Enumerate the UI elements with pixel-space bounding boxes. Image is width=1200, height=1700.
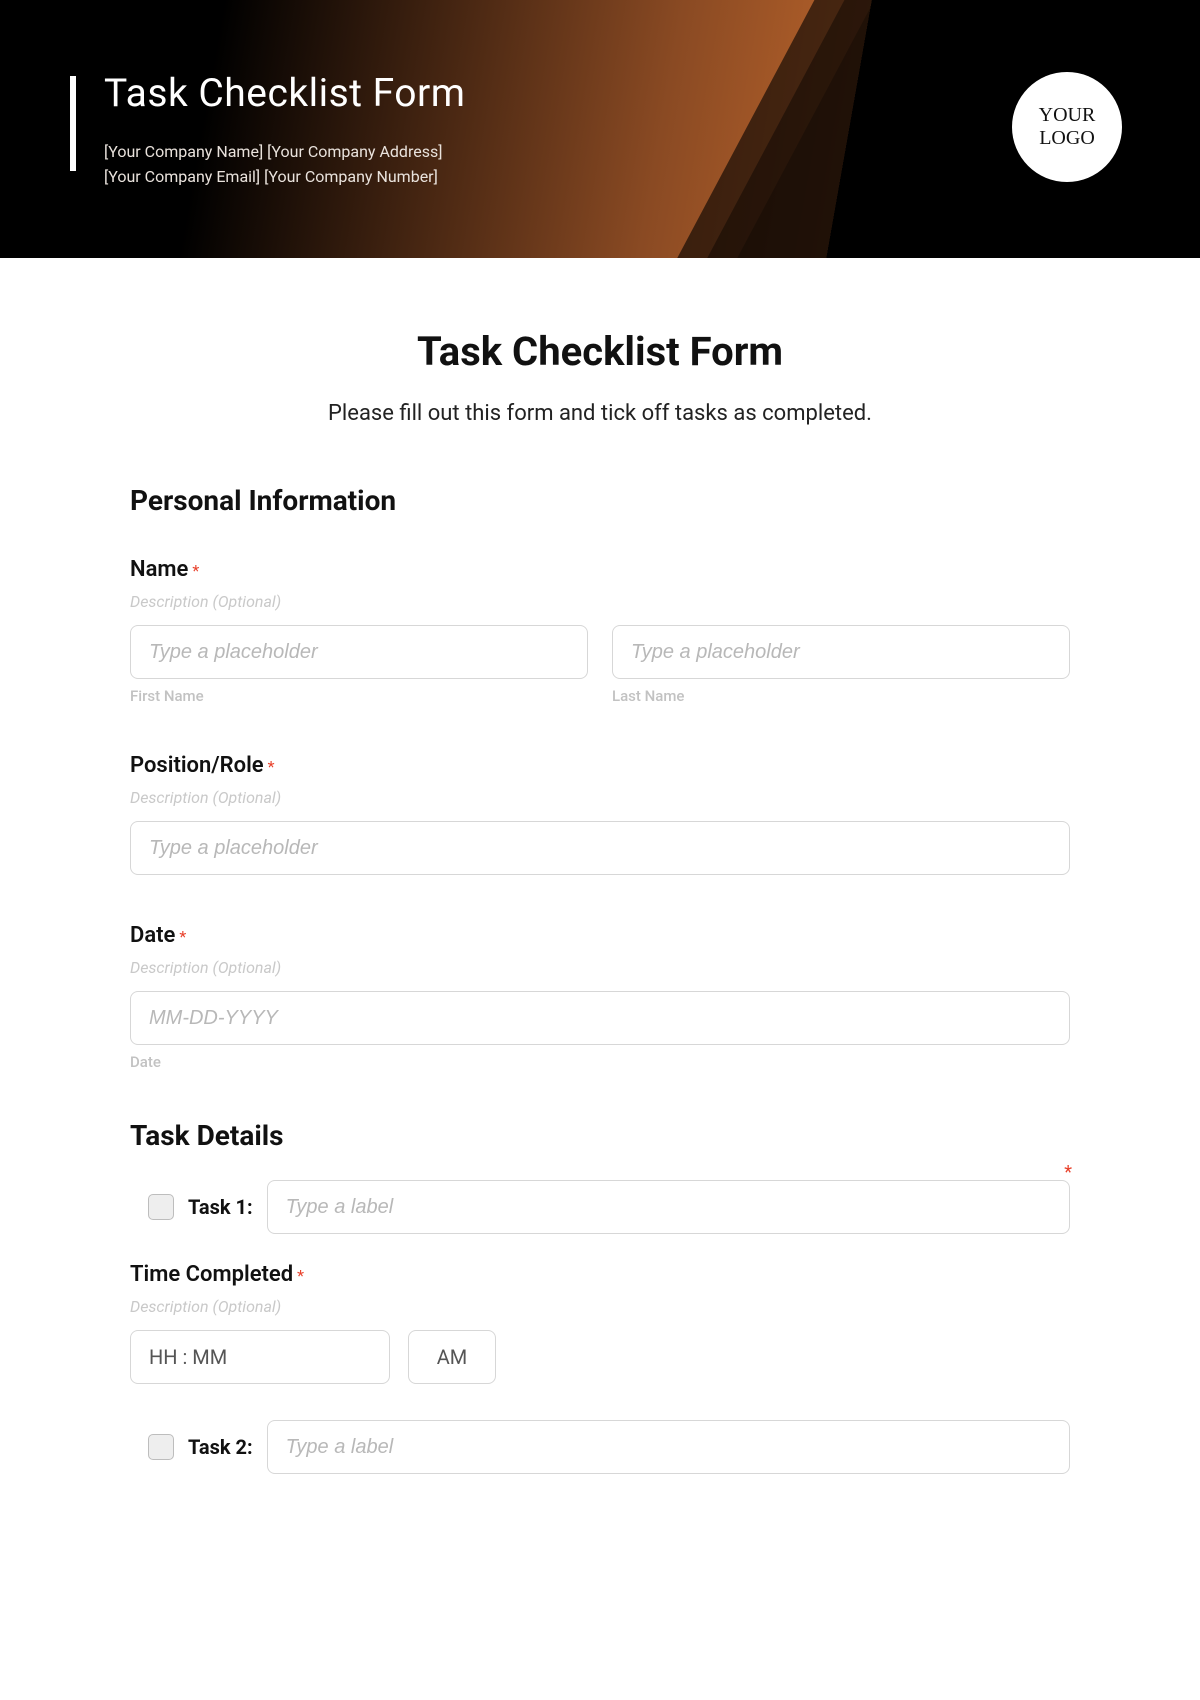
last-name-input[interactable] (612, 625, 1070, 679)
field-date: Date* Description (Optional) Date (130, 923, 1070, 1071)
required-mark: * (1064, 1162, 1072, 1183)
field-position: Position/Role* Description (Optional) (130, 753, 1070, 875)
field-name: Name* Description (Optional) First Name … (130, 557, 1070, 705)
accent-bar (70, 76, 76, 171)
task-1-prefix: Task 1: (188, 1195, 253, 1219)
required-mark: * (297, 1266, 304, 1285)
task-2-label-input[interactable] (267, 1420, 1070, 1474)
position-input[interactable] (130, 821, 1070, 875)
position-desc: Description (Optional) (130, 788, 1070, 807)
banner-company-line1: [Your Company Name] [Your Company Addres… (104, 140, 465, 165)
section-personal-info: Personal Information (130, 484, 1070, 517)
last-name-sublabel: Last Name (612, 687, 1070, 705)
name-label: Name (130, 557, 188, 582)
task-1-label-input[interactable] (267, 1180, 1070, 1234)
time-input[interactable]: HH : MM (130, 1330, 390, 1384)
time-ampm-select[interactable]: AM (408, 1330, 496, 1384)
task-row-1: Task 1: * (148, 1180, 1070, 1234)
field-time-completed: Time Completed* Description (Optional) H… (130, 1262, 1070, 1384)
banner-title: Task Checklist Form (104, 70, 465, 116)
task-2-checkbox[interactable] (148, 1434, 174, 1460)
task-2-prefix: Task 2: (188, 1435, 253, 1459)
task-row-2: Task 2: (148, 1420, 1070, 1474)
date-label: Date (130, 923, 175, 948)
section-task-details: Task Details (130, 1119, 1070, 1152)
position-label: Position/Role (130, 753, 264, 778)
name-desc: Description (Optional) (130, 592, 1070, 611)
page-intro: Please fill out this form and tick off t… (130, 401, 1070, 426)
time-label: Time Completed (130, 1262, 293, 1287)
first-name-input[interactable] (130, 625, 588, 679)
form-body: Task Checklist Form Please fill out this… (0, 258, 1200, 1542)
required-mark: * (268, 757, 275, 776)
date-desc: Description (Optional) (130, 958, 1070, 977)
logo-placeholder: YOUR LOGO (1012, 72, 1122, 182)
time-desc: Description (Optional) (130, 1297, 1070, 1316)
date-input[interactable] (130, 991, 1070, 1045)
banner-company-line2: [Your Company Email] [Your Company Numbe… (104, 165, 465, 190)
required-mark: * (179, 927, 186, 946)
task-1-checkbox[interactable] (148, 1194, 174, 1220)
first-name-sublabel: First Name (130, 687, 588, 705)
required-mark: * (192, 561, 199, 580)
page-title: Task Checklist Form (130, 328, 1070, 375)
header-banner: Task Checklist Form [Your Company Name] … (0, 0, 1200, 258)
date-sublabel: Date (130, 1053, 1070, 1071)
